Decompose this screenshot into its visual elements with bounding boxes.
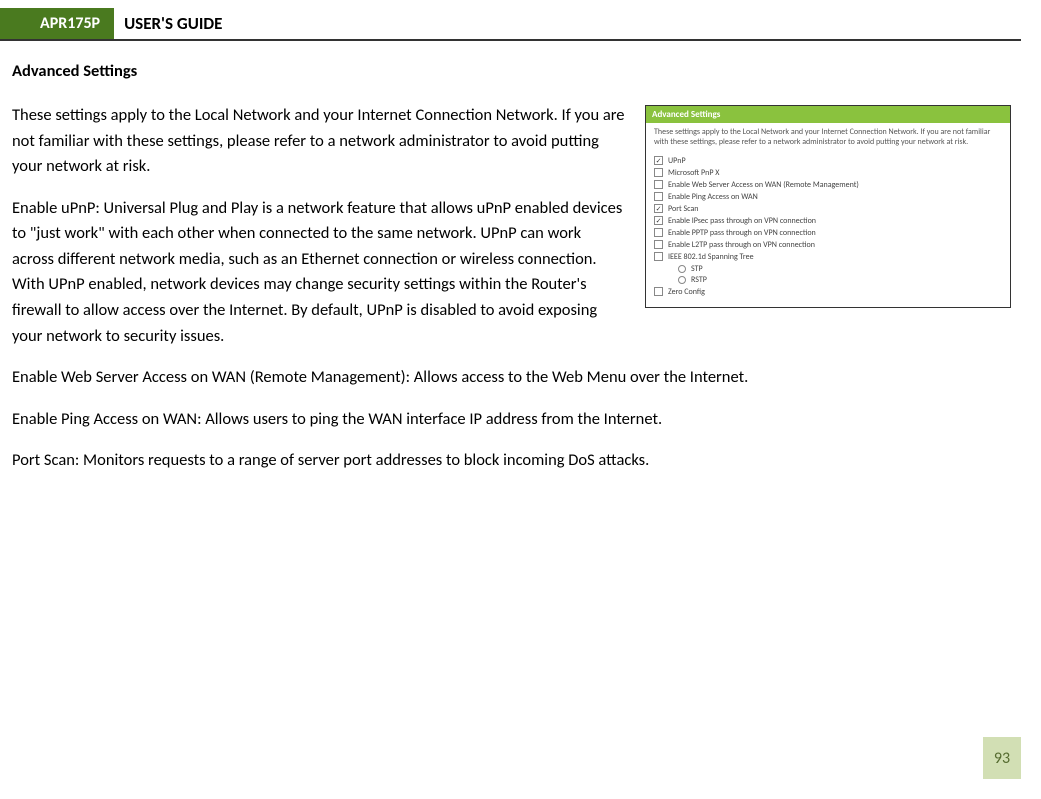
list-item: Enable Ping Access on WAN xyxy=(654,192,1002,202)
radio-icon xyxy=(678,265,686,273)
list-item: Microsoft PnP X xyxy=(654,168,1002,178)
checkbox-icon xyxy=(654,240,663,249)
paragraph-webserver: Enable Web Server Access on WAN (Remote … xyxy=(12,365,1011,391)
list-item: IEEE 802.1d Spanning Tree xyxy=(654,252,1002,262)
list-item: Zero Config xyxy=(654,287,1002,297)
section-title: Advanced Settings xyxy=(12,61,1011,81)
checkbox-icon xyxy=(654,192,663,201)
checkbox-icon xyxy=(654,180,663,189)
product-badge: APR175P xyxy=(0,8,114,39)
list-item: Port Scan xyxy=(654,204,1002,214)
paragraph-ping: Enable Ping Access on WAN: Allows users … xyxy=(12,407,1011,433)
radio-icon xyxy=(678,276,686,284)
checkbox-icon xyxy=(654,287,663,296)
document-header: APR175P USER'S GUIDE xyxy=(0,8,1021,41)
list-item: Enable PPTP pass through on VPN connecti… xyxy=(654,228,1002,238)
screenshot-options-list: UPnP Microsoft PnP X Enable Web Server A… xyxy=(646,156,1010,307)
list-item: Enable Web Server Access on WAN (Remote … xyxy=(654,180,1002,190)
list-item: Enable IPsec pass through on VPN connect… xyxy=(654,216,1002,226)
list-item: UPnP xyxy=(654,156,1002,166)
checkbox-icon xyxy=(654,228,663,237)
checkbox-icon xyxy=(654,168,663,177)
list-item: STP xyxy=(678,264,1002,274)
checkbox-icon xyxy=(654,204,663,213)
page-number: 93 xyxy=(983,737,1021,779)
screenshot-header: Advanced Settings xyxy=(646,106,1010,123)
document-title: USER'S GUIDE xyxy=(114,13,222,34)
settings-screenshot: Advanced Settings These settings apply t… xyxy=(645,105,1011,308)
document-content: Advanced Settings Advanced Settings Thes… xyxy=(0,41,1041,474)
screenshot-description: These settings apply to the Local Networ… xyxy=(646,123,1010,154)
checkbox-icon xyxy=(654,252,663,261)
list-item: RSTP xyxy=(678,275,1002,285)
screenshot-sub-list: STP RSTP xyxy=(654,264,1002,285)
checkbox-icon xyxy=(654,216,663,225)
list-item: Enable L2TP pass through on VPN connecti… xyxy=(654,240,1002,250)
checkbox-icon xyxy=(654,156,663,165)
paragraph-portscan: Port Scan: Monitors requests to a range … xyxy=(12,448,1011,474)
